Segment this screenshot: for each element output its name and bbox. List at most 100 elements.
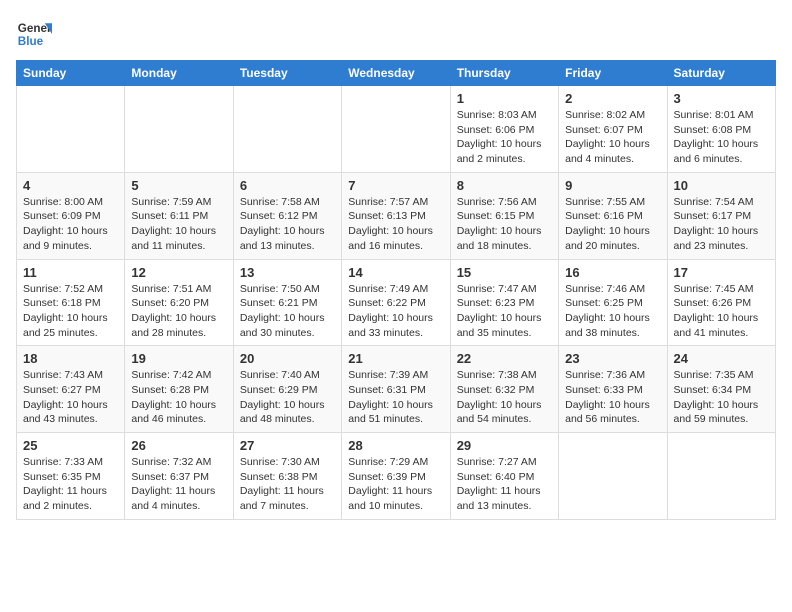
calendar-cell: 6Sunrise: 7:58 AM Sunset: 6:12 PM Daylig… xyxy=(233,172,341,259)
day-info: Sunrise: 8:00 AM Sunset: 6:09 PM Dayligh… xyxy=(23,195,118,254)
day-info: Sunrise: 7:33 AM Sunset: 6:35 PM Dayligh… xyxy=(23,455,118,514)
svg-text:Blue: Blue xyxy=(18,35,44,48)
day-info: Sunrise: 7:47 AM Sunset: 6:23 PM Dayligh… xyxy=(457,282,552,341)
calendar-cell: 25 Sunrise: 7:33 AM Sunset: 6:35 PM Dayli… xyxy=(17,433,125,520)
calendar-week-row: 11 Sunrise: 7:52 AM Sunset: 6:18 PM Dayli… xyxy=(17,259,776,346)
calendar-cell xyxy=(667,433,775,520)
day-info: Sunrise: 7:46 AM Sunset: 6:25 PM Dayligh… xyxy=(565,282,660,341)
weekday-header: Monday xyxy=(125,61,233,86)
calendar-week-row: 1Sunrise: 8:03 AM Sunset: 6:06 PM Daylig… xyxy=(17,86,776,173)
calendar-cell: 8 Sunrise: 7:56 AM Sunset: 6:15 PM Daylig… xyxy=(450,172,558,259)
day-number: 23 xyxy=(565,351,660,366)
calendar-cell: 11 Sunrise: 7:52 AM Sunset: 6:18 PM Dayli… xyxy=(17,259,125,346)
day-number: 1 xyxy=(457,91,552,106)
calendar-cell xyxy=(17,86,125,173)
calendar-cell: 12 Sunrise: 7:51 AM Sunset: 6:20 PM Dayli… xyxy=(125,259,233,346)
day-number: 3 xyxy=(674,91,769,106)
calendar-cell xyxy=(342,86,450,173)
day-info: Sunrise: 8:01 AM Sunset: 6:08 PM Dayligh… xyxy=(674,108,769,167)
day-info: Sunrise: 7:51 AM Sunset: 6:20 PM Dayligh… xyxy=(131,282,226,341)
calendar-cell: 17Sunrise: 7:45 AM Sunset: 6:26 PM Dayli… xyxy=(667,259,775,346)
calendar-cell: 15 Sunrise: 7:47 AM Sunset: 6:23 PM Dayli… xyxy=(450,259,558,346)
calendar-cell: 20 Sunrise: 7:40 AM Sunset: 6:29 PM Dayli… xyxy=(233,346,341,433)
day-number: 7 xyxy=(348,178,443,193)
day-number: 29 xyxy=(457,438,552,453)
day-number: 12 xyxy=(131,265,226,280)
day-info: Sunrise: 7:58 AM Sunset: 6:12 PM Dayligh… xyxy=(240,195,335,254)
calendar-cell: 9Sunrise: 7:55 AM Sunset: 6:16 PM Daylig… xyxy=(559,172,667,259)
day-number: 27 xyxy=(240,438,335,453)
day-info: Sunrise: 7:49 AM Sunset: 6:22 PM Dayligh… xyxy=(348,282,443,341)
calendar-cell: 26 Sunrise: 7:32 AM Sunset: 6:37 PM Dayli… xyxy=(125,433,233,520)
day-info: Sunrise: 7:43 AM Sunset: 6:27 PM Dayligh… xyxy=(23,368,118,427)
calendar-cell: 14 Sunrise: 7:49 AM Sunset: 6:22 PM Dayli… xyxy=(342,259,450,346)
calendar-cell: 22Sunrise: 7:38 AM Sunset: 6:32 PM Dayli… xyxy=(450,346,558,433)
day-info: Sunrise: 7:40 AM Sunset: 6:29 PM Dayligh… xyxy=(240,368,335,427)
day-number: 20 xyxy=(240,351,335,366)
day-info: Sunrise: 7:32 AM Sunset: 6:37 PM Dayligh… xyxy=(131,455,226,514)
calendar-cell: 5 Sunrise: 7:59 AM Sunset: 6:11 PM Daylig… xyxy=(125,172,233,259)
calendar-cell: 4 Sunrise: 8:00 AM Sunset: 6:09 PM Daylig… xyxy=(17,172,125,259)
day-number: 24 xyxy=(674,351,769,366)
calendar-cell: 16 Sunrise: 7:46 AM Sunset: 6:25 PM Dayli… xyxy=(559,259,667,346)
calendar-week-row: 25 Sunrise: 7:33 AM Sunset: 6:35 PM Dayli… xyxy=(17,433,776,520)
day-number: 14 xyxy=(348,265,443,280)
day-number: 26 xyxy=(131,438,226,453)
day-number: 8 xyxy=(457,178,552,193)
day-number: 9 xyxy=(565,178,660,193)
day-info: Sunrise: 7:52 AM Sunset: 6:18 PM Dayligh… xyxy=(23,282,118,341)
calendar-cell xyxy=(125,86,233,173)
weekday-header: Sunday xyxy=(17,61,125,86)
calendar-cell: 3 Sunrise: 8:01 AM Sunset: 6:08 PM Daylig… xyxy=(667,86,775,173)
day-info: Sunrise: 7:45 AM Sunset: 6:26 PM Dayligh… xyxy=(674,282,769,341)
weekday-header: Saturday xyxy=(667,61,775,86)
calendar-week-row: 18 Sunrise: 7:43 AM Sunset: 6:27 PM Dayli… xyxy=(17,346,776,433)
calendar-cell: 19 Sunrise: 7:42 AM Sunset: 6:28 PM Dayli… xyxy=(125,346,233,433)
page-header: General Blue xyxy=(16,16,776,52)
calendar-cell xyxy=(233,86,341,173)
day-number: 15 xyxy=(457,265,552,280)
day-info: Sunrise: 7:56 AM Sunset: 6:15 PM Dayligh… xyxy=(457,195,552,254)
weekday-header: Wednesday xyxy=(342,61,450,86)
calendar-cell xyxy=(559,433,667,520)
day-number: 4 xyxy=(23,178,118,193)
day-number: 11 xyxy=(23,265,118,280)
calendar-cell: 28Sunrise: 7:29 AM Sunset: 6:39 PM Dayli… xyxy=(342,433,450,520)
calendar-cell: 7Sunrise: 7:57 AM Sunset: 6:13 PM Daylig… xyxy=(342,172,450,259)
day-info: Sunrise: 7:27 AM Sunset: 6:40 PM Dayligh… xyxy=(457,455,552,514)
calendar-week-row: 4 Sunrise: 8:00 AM Sunset: 6:09 PM Daylig… xyxy=(17,172,776,259)
day-info: Sunrise: 7:42 AM Sunset: 6:28 PM Dayligh… xyxy=(131,368,226,427)
day-info: Sunrise: 7:29 AM Sunset: 6:39 PM Dayligh… xyxy=(348,455,443,514)
calendar-header-row: SundayMondayTuesdayWednesdayThursdayFrid… xyxy=(17,61,776,86)
calendar-table: SundayMondayTuesdayWednesdayThursdayFrid… xyxy=(16,60,776,520)
day-info: Sunrise: 7:30 AM Sunset: 6:38 PM Dayligh… xyxy=(240,455,335,514)
calendar-cell: 2 Sunrise: 8:02 AM Sunset: 6:07 PM Daylig… xyxy=(559,86,667,173)
day-info: Sunrise: 7:59 AM Sunset: 6:11 PM Dayligh… xyxy=(131,195,226,254)
calendar-cell: 23 Sunrise: 7:36 AM Sunset: 6:33 PM Dayli… xyxy=(559,346,667,433)
calendar-cell: 24 Sunrise: 7:35 AM Sunset: 6:34 PM Dayli… xyxy=(667,346,775,433)
day-info: Sunrise: 7:38 AM Sunset: 6:32 PM Dayligh… xyxy=(457,368,552,427)
day-info: Sunrise: 8:02 AM Sunset: 6:07 PM Dayligh… xyxy=(565,108,660,167)
day-info: Sunrise: 7:39 AM Sunset: 6:31 PM Dayligh… xyxy=(348,368,443,427)
calendar-cell: 21 Sunrise: 7:39 AM Sunset: 6:31 PM Dayli… xyxy=(342,346,450,433)
day-info: Sunrise: 7:54 AM Sunset: 6:17 PM Dayligh… xyxy=(674,195,769,254)
weekday-header: Tuesday xyxy=(233,61,341,86)
day-number: 25 xyxy=(23,438,118,453)
day-info: Sunrise: 7:35 AM Sunset: 6:34 PM Dayligh… xyxy=(674,368,769,427)
weekday-header: Friday xyxy=(559,61,667,86)
day-number: 19 xyxy=(131,351,226,366)
day-number: 21 xyxy=(348,351,443,366)
day-info: Sunrise: 7:36 AM Sunset: 6:33 PM Dayligh… xyxy=(565,368,660,427)
day-number: 18 xyxy=(23,351,118,366)
day-number: 5 xyxy=(131,178,226,193)
day-number: 10 xyxy=(674,178,769,193)
day-number: 2 xyxy=(565,91,660,106)
calendar-cell: 13Sunrise: 7:50 AM Sunset: 6:21 PM Dayli… xyxy=(233,259,341,346)
day-info: Sunrise: 7:50 AM Sunset: 6:21 PM Dayligh… xyxy=(240,282,335,341)
calendar-cell: 10 Sunrise: 7:54 AM Sunset: 6:17 PM Dayli… xyxy=(667,172,775,259)
day-number: 16 xyxy=(565,265,660,280)
logo-icon: General Blue xyxy=(16,16,52,52)
weekday-header: Thursday xyxy=(450,61,558,86)
logo: General Blue xyxy=(16,16,52,52)
calendar-cell: 27 Sunrise: 7:30 AM Sunset: 6:38 PM Dayli… xyxy=(233,433,341,520)
